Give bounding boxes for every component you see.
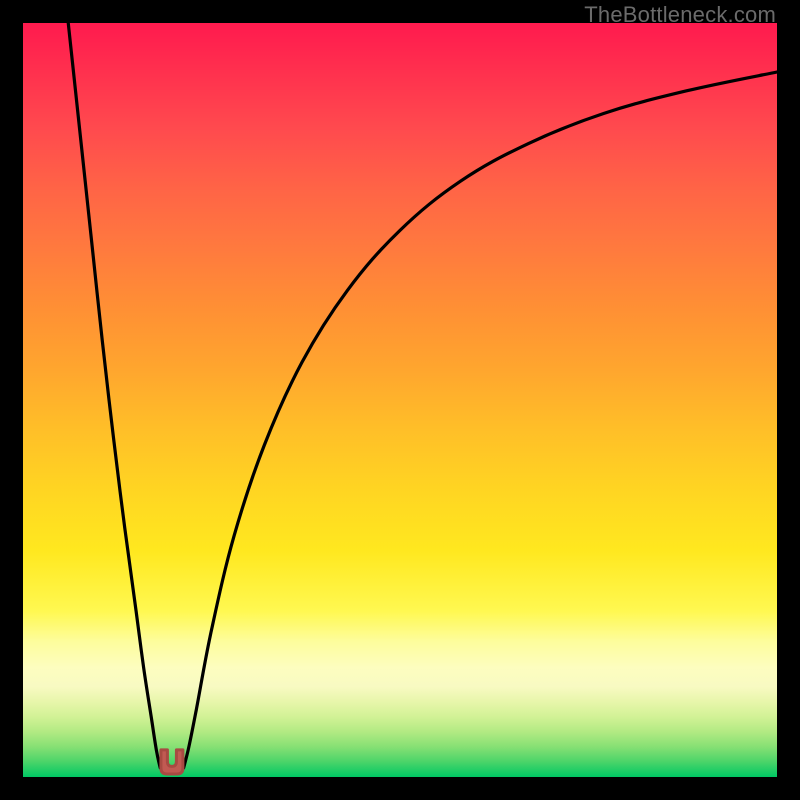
curve-layer: [23, 23, 777, 777]
left-branch-curve: [68, 23, 160, 768]
plot-area: [23, 23, 777, 777]
bottleneck-notch-icon: [161, 750, 183, 774]
right-branch-curve: [184, 72, 777, 768]
watermark-label: TheBottleneck.com: [584, 2, 776, 28]
